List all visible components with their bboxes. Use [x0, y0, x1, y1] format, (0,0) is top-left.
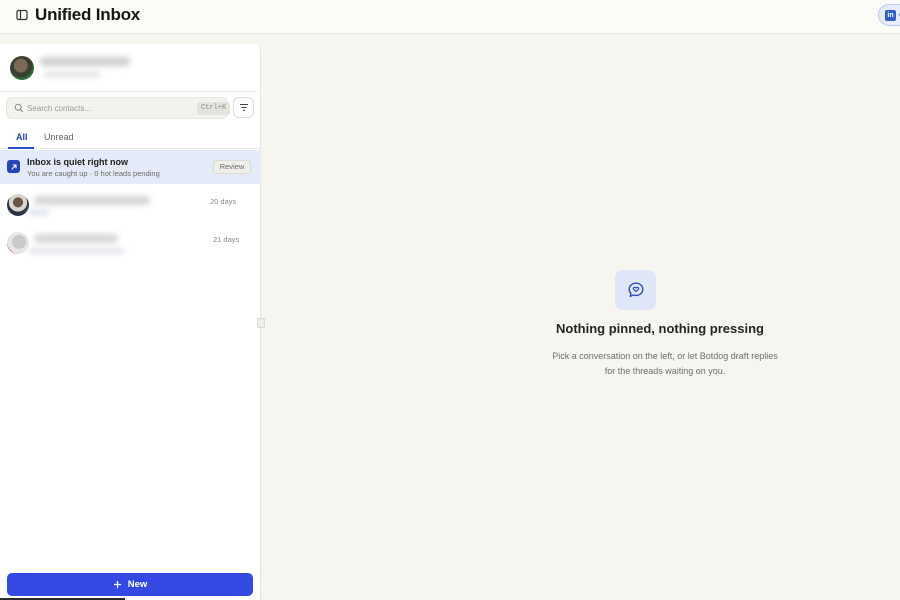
conversation-time: 21 days [213, 235, 240, 244]
active-tab-indicator [8, 147, 34, 149]
top-header: Unified Inbox in C [0, 0, 900, 34]
contact-preview-redacted [28, 248, 124, 254]
empty-state-title: Nothing pinned, nothing pressing [556, 321, 764, 336]
empty-state-line-1: Pick a conversation on the left, or let … [552, 351, 778, 361]
empty-state-description: Pick a conversation on the left, or let … [490, 349, 840, 378]
search-icon [14, 103, 24, 113]
account-header[interactable] [0, 44, 261, 92]
contact-name-redacted [34, 196, 150, 205]
sidebar-resize-handle[interactable] [257, 318, 265, 328]
contact-avatar [7, 232, 29, 254]
inbox-status-subtitle: You are caught up · 0 hot leads pending [27, 169, 160, 178]
contact-preview-redacted [28, 210, 50, 215]
sidebar-panel-icon[interactable] [14, 7, 30, 23]
search-box[interactable]: Ctrl+K [6, 97, 231, 119]
list-item[interactable]: 20 days [0, 188, 261, 224]
list-item[interactable]: 21 days [0, 226, 261, 262]
conversation-sidebar: Ctrl+K All Unread Inbox is quiet right n… [0, 44, 261, 600]
new-conversation-button[interactable]: New [7, 573, 253, 596]
search-shortcut-hint: Ctrl+K [197, 102, 231, 115]
new-button-label: New [127, 579, 148, 590]
page-title: Unified Inbox [35, 5, 141, 24]
tab-unread[interactable]: Unread [44, 132, 74, 142]
conversation-time: 20 days [210, 197, 237, 206]
contact-avatar [7, 194, 29, 216]
user-avatar[interactable] [10, 56, 34, 80]
search-input[interactable] [27, 101, 187, 116]
tab-all[interactable]: All [16, 132, 28, 142]
filter-button[interactable] [233, 97, 254, 118]
filter-icon [239, 104, 248, 111]
inbox-status-title: Inbox is quiet right now [27, 157, 128, 167]
linkedin-icon: in [885, 9, 896, 21]
conversation-tabs: All Unread [0, 126, 261, 149]
botdog-icon [7, 160, 20, 173]
empty-state-line-2: for the threads waiting on you. [604, 365, 726, 376]
contact-name-redacted [34, 234, 118, 243]
review-button[interactable]: Review [213, 160, 251, 174]
plus-icon [113, 581, 121, 588]
linkedin-account-chip[interactable]: in C [878, 4, 900, 26]
account-subtitle-redacted [44, 72, 100, 77]
inbox-status-row[interactable]: Inbox is quiet right now You are caught … [0, 150, 261, 184]
account-name-redacted [40, 57, 130, 66]
chat-heart-icon [615, 270, 656, 310]
